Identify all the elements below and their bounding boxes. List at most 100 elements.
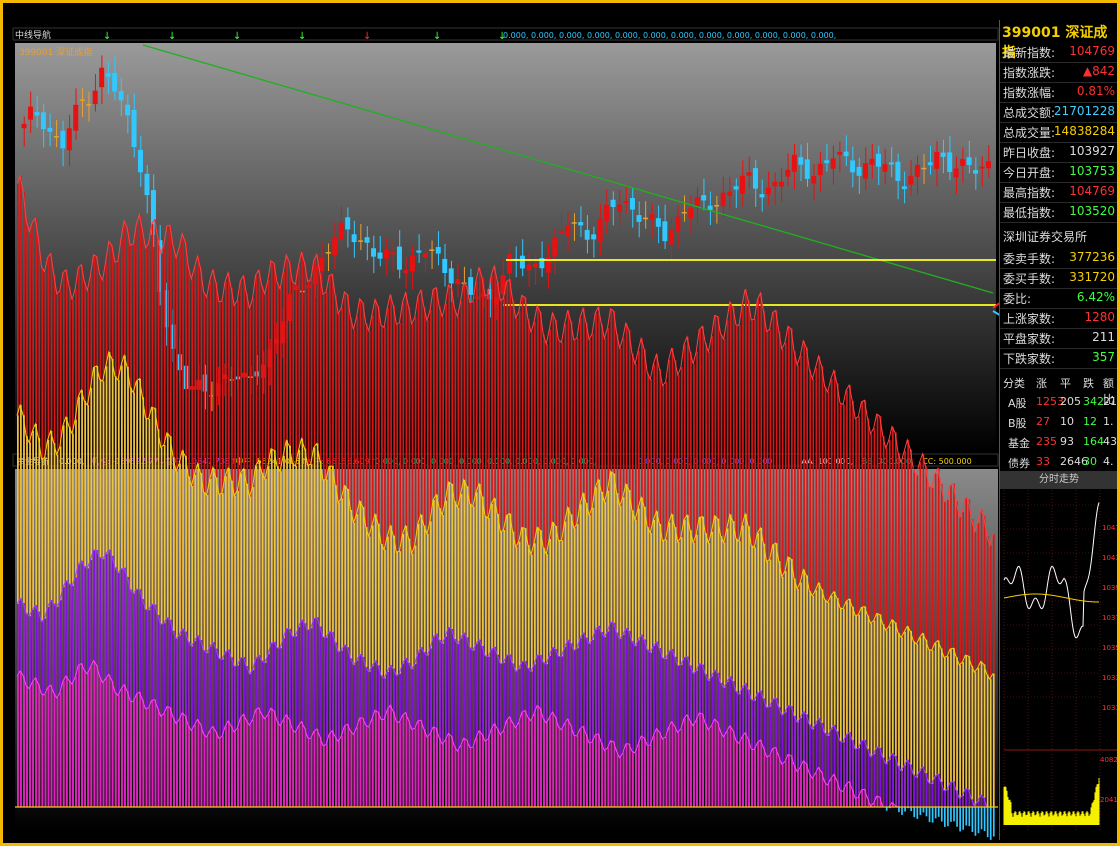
flow-bar-retail (625, 743, 628, 807)
table-cell-name: B股 (1008, 417, 1027, 430)
info-row-value: 103520 (1069, 204, 1115, 218)
flow-bar-inst (913, 774, 916, 807)
candle-body (578, 222, 584, 226)
flow-bar-retail (775, 747, 778, 807)
flow-bar-retail (543, 718, 545, 807)
flow-bar-retail (830, 778, 833, 807)
flow-bar-retail (280, 725, 282, 807)
candle-body (875, 153, 881, 167)
flow-bar-retail (252, 719, 255, 807)
flow-bar-retail (399, 722, 402, 807)
flow-bar-retail (295, 732, 298, 807)
flow-bar-retail (787, 754, 790, 807)
flow-bar-retail (273, 710, 276, 807)
flow-bar-retail (283, 720, 285, 807)
flow-bar-negative (953, 807, 955, 822)
flow-bar-retail (411, 729, 414, 807)
flow-bar-retail (17, 676, 19, 807)
flow-bar-retail (136, 694, 138, 807)
flow-bar-retail (469, 747, 472, 807)
flow-bar-retail (442, 744, 444, 807)
flow-bar-retail (99, 676, 102, 807)
candle-body (79, 99, 85, 101)
candle-body (422, 252, 428, 258)
flow-bar-retail (843, 791, 845, 807)
candle-body (448, 268, 454, 284)
table-cell-name: 基金 (1008, 437, 1030, 450)
flow-bar-retail (604, 750, 607, 807)
flow-bar-retail (371, 718, 374, 807)
candle-body (442, 258, 448, 273)
mini-vol-tick: 20412 (1100, 796, 1118, 804)
flow-bar-retail (619, 757, 622, 807)
flow-bar-mid (992, 673, 995, 807)
candle-body (688, 208, 694, 219)
info-row-value: 14838284 (1053, 124, 1115, 138)
flow-bar-retail (720, 732, 723, 807)
flow-bar-retail (506, 720, 509, 807)
flow-bar-retail (683, 718, 686, 807)
flow-bar-retail (812, 778, 815, 807)
flow-bar-retail (430, 734, 432, 807)
candle-body (92, 90, 98, 105)
chart-canvas: 中线导航 0.000, 0.000, 0.000, 0.000, 0.000, 0… (12, 27, 1094, 840)
flow-bar-retail (509, 716, 512, 807)
flow-bar-retail (200, 724, 203, 807)
candle-body (940, 152, 946, 157)
candle-body (584, 229, 590, 240)
flow-bar-retail (503, 730, 506, 807)
flow-bar-retail (344, 726, 347, 807)
info-row: 昨日收盘: 103927 (1000, 142, 1117, 163)
flow-bar-retail (628, 743, 631, 807)
candle-body (429, 249, 435, 251)
info-panel: 399001 深证成指 最新指数: 104769 指数涨跌: ▲842 指数涨幅: 0.8… (999, 20, 1118, 840)
order-row-value: 211 (1092, 330, 1115, 344)
flow-bar-retail (699, 712, 701, 807)
candle-body (720, 192, 726, 207)
candle-body (519, 255, 525, 269)
top-arrow-marker: ↓ (168, 31, 176, 42)
flow-bar-retail (32, 682, 34, 807)
candle-body (47, 127, 53, 132)
flow-bar-retail (387, 709, 389, 807)
flow-bar-retail (742, 736, 744, 807)
exchange-label: 深圳证券交易所 (1003, 230, 1088, 244)
flow-bar-retail (185, 715, 187, 807)
flow-bar-negative (916, 807, 919, 819)
flow-bar-retail (705, 723, 708, 807)
flow-bar-retail (206, 737, 209, 807)
candle-body (53, 136, 59, 138)
info-row-label: 指数涨跌: (1003, 66, 1056, 80)
flow-bar-retail (641, 736, 643, 807)
flow-bar-retail (139, 692, 142, 807)
flow-bar-retail (215, 731, 218, 807)
mini-chart-title[interactable]: 分时走势 (1000, 471, 1117, 489)
flow-bar-inst (959, 798, 961, 807)
flow-bar-retail (96, 665, 99, 807)
candle-body (934, 151, 940, 169)
flow-bar-negative (922, 807, 925, 813)
flow-bar-retail (341, 736, 343, 807)
top-bar-label: 中线导航 (15, 29, 51, 41)
top-arrow-marker: ↓ (233, 31, 241, 42)
info-row: 总成交额: 21701228 (1000, 102, 1117, 123)
flow-bar-retail (708, 729, 711, 807)
candle-body (843, 151, 849, 157)
flow-bar-retail (234, 732, 236, 807)
flow-bar-retail (44, 694, 47, 807)
flow-bar-retail (601, 742, 604, 807)
flow-bar-retail (772, 748, 775, 807)
flow-bar-retail (595, 734, 597, 807)
flow-bar-inst (898, 766, 900, 807)
flow-bar-retail (521, 712, 524, 807)
flow-bar-retail (292, 729, 295, 807)
flow-bar-retail (613, 741, 616, 807)
flow-bar-retail (616, 751, 619, 807)
info-row: 总成交量: 14838284 (1000, 122, 1117, 143)
flow-bar-inst (870, 756, 873, 807)
candle-body (86, 104, 92, 106)
order-row: 平盘家数: 211 (1000, 328, 1117, 349)
flow-bar-retail (329, 734, 331, 807)
flow-bar-retail (270, 708, 273, 807)
candle-body (455, 279, 461, 285)
